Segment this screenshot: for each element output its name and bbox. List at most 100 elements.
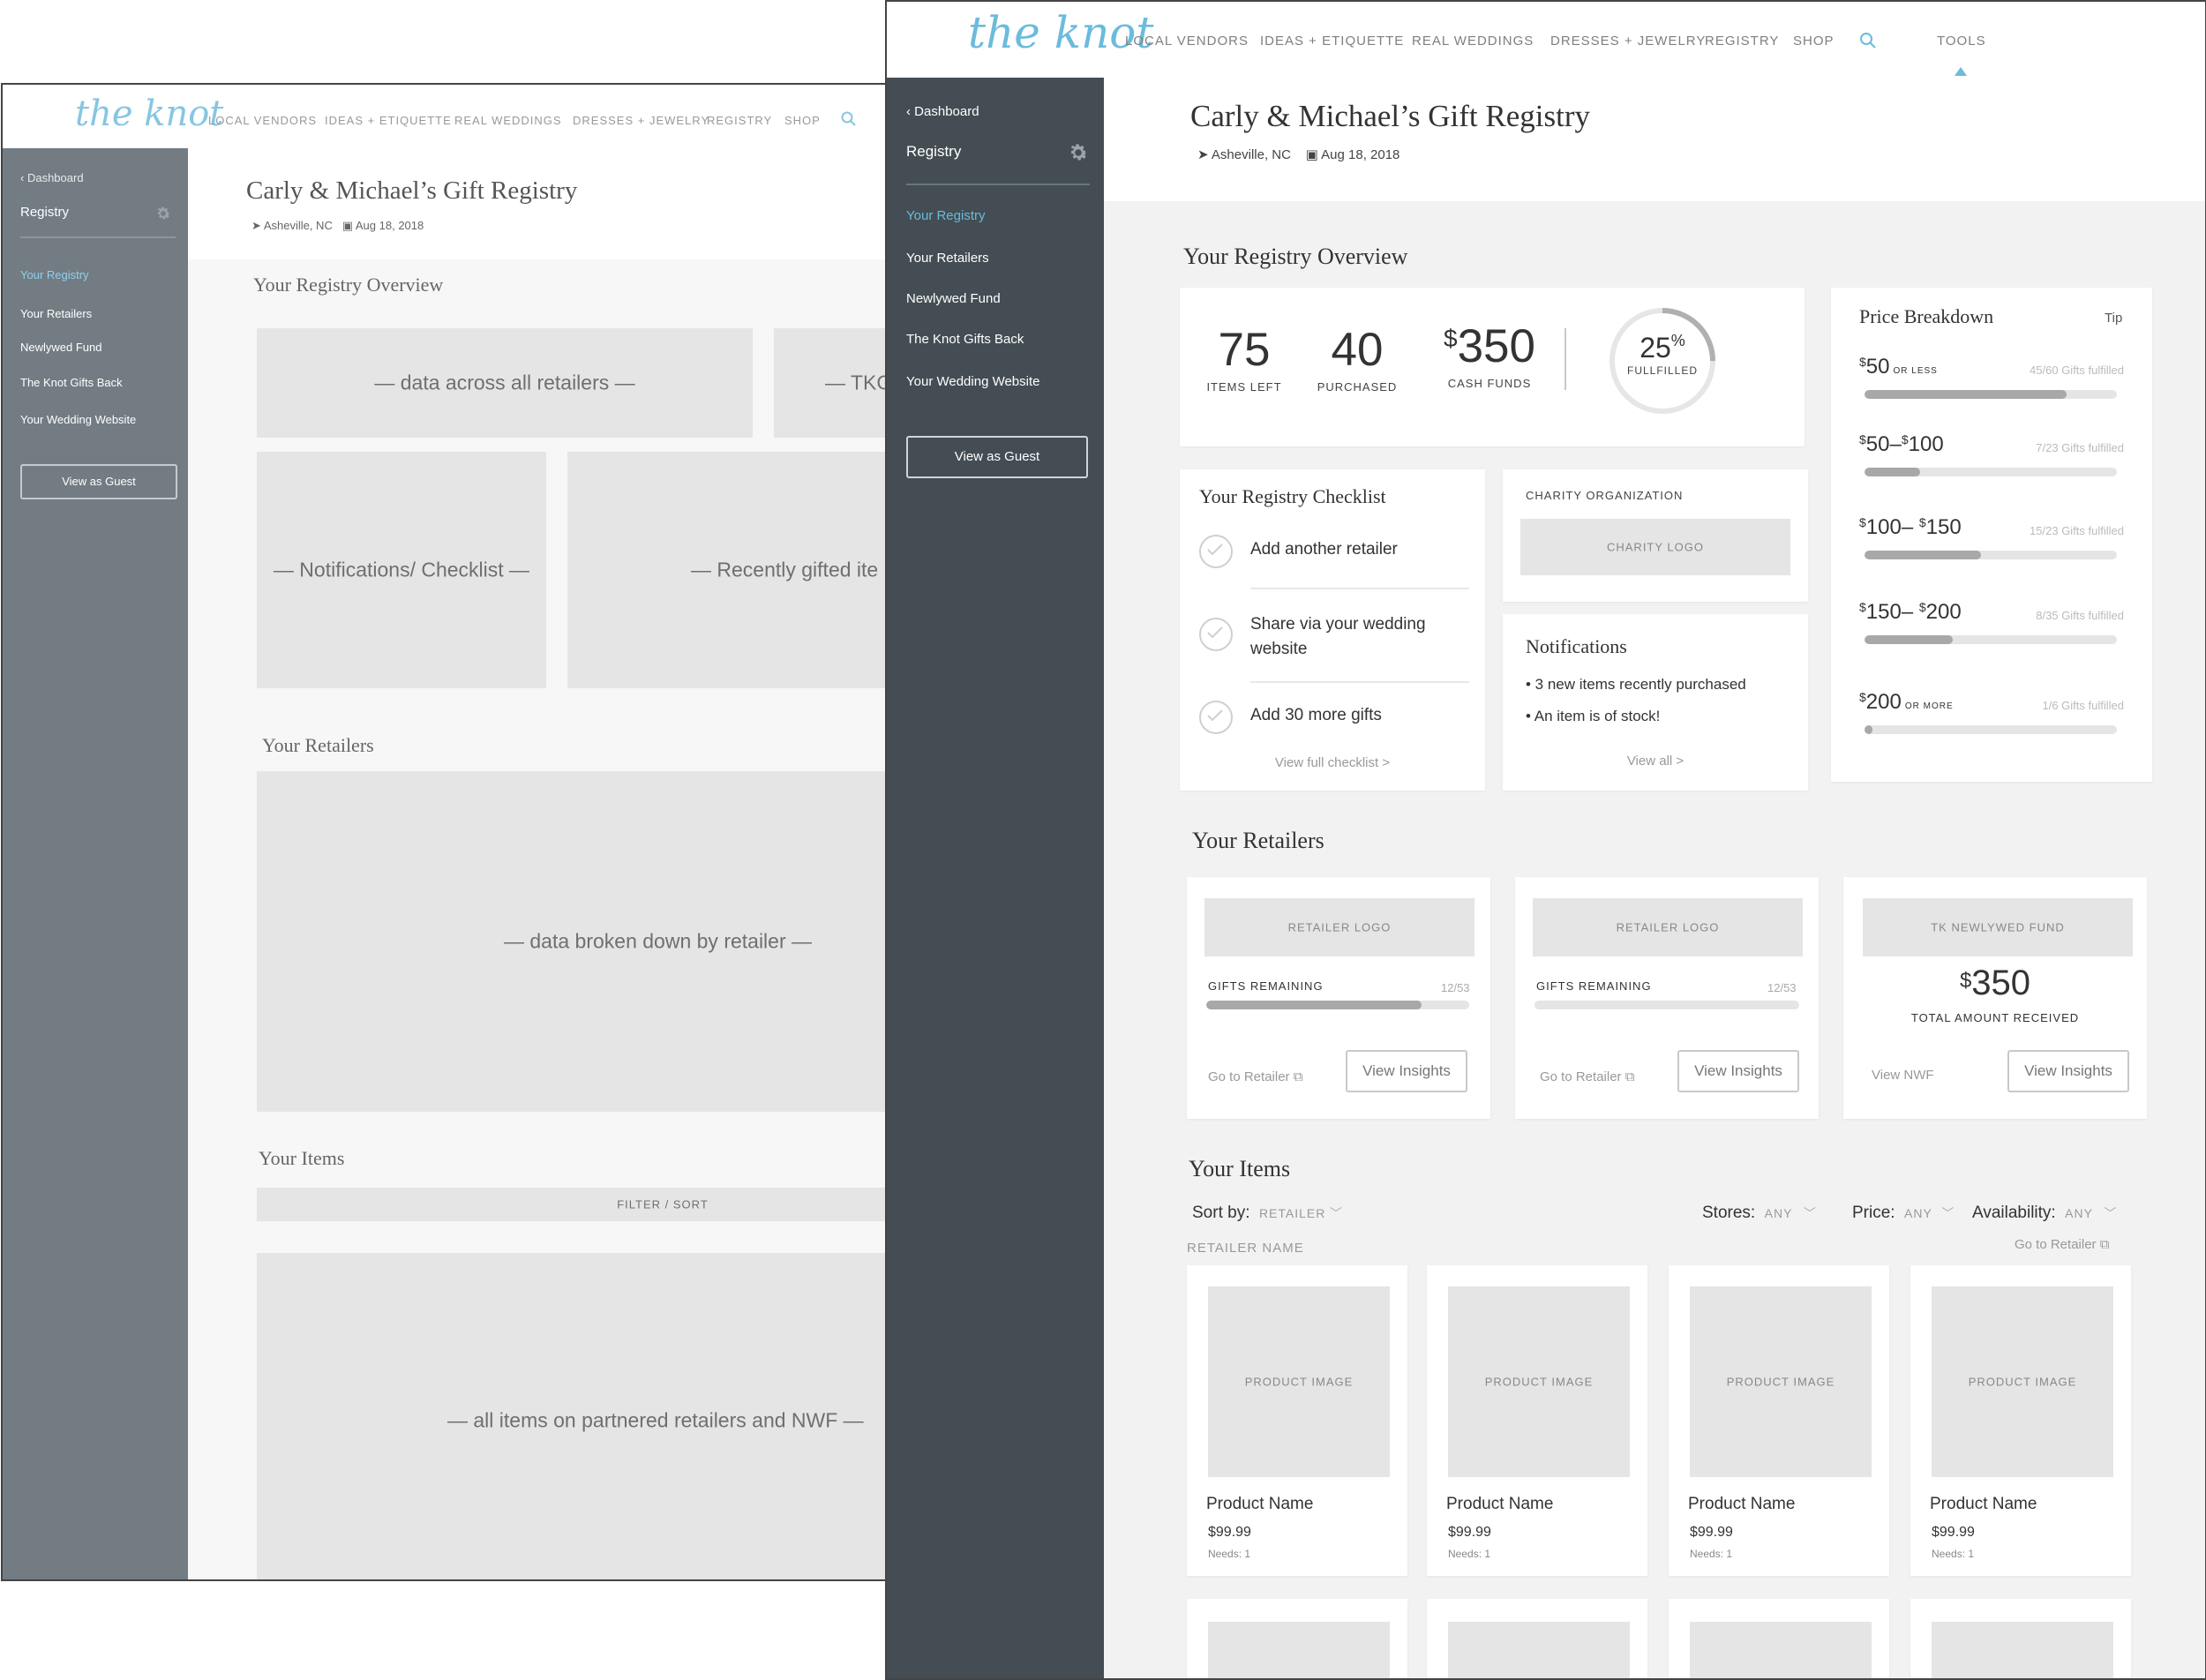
- sidebar-item-your-retailers[interactable]: Your Retailers: [906, 251, 989, 266]
- external-link-icon: ⧉: [1624, 1069, 1635, 1084]
- price-range-suffix: OR LESS: [1893, 366, 1938, 376]
- sidebar-item-wedding-website[interactable]: Your Wedding Website: [20, 413, 136, 426]
- wireframe-filter-label: FILTER / SORT: [617, 1197, 709, 1211]
- nav-dresses-jewelry[interactable]: DRESSES + JEWELRY: [573, 114, 709, 127]
- gifts-remaining-bar-fill: [1206, 1001, 1422, 1009]
- wireframe-retailers-label: — data broken down by retailer —: [504, 929, 813, 953]
- tip-link[interactable]: Tip: [2105, 311, 2122, 326]
- stat-cash-funds-value: $350: [1423, 319, 1556, 373]
- product-name: Product Name: [1206, 1495, 1314, 1513]
- nav-shop[interactable]: SHOP: [784, 114, 821, 127]
- price-row: $150– $200 8/35 Gifts fulfilled: [1831, 600, 2152, 653]
- price-filter[interactable]: Price: ANY ﹀: [1852, 1204, 1954, 1223]
- product-image: PRODUCT IMAGE: [1208, 1286, 1390, 1477]
- sidebar-item-your-registry[interactable]: Your Registry: [20, 268, 89, 281]
- checklist-divider: [1250, 588, 1469, 589]
- group-go-to-retailer-label: Go to Retailer: [2015, 1237, 2097, 1252]
- nav-real-weddings[interactable]: REAL WEDDINGS: [454, 114, 562, 127]
- view-full-checklist-link[interactable]: View full checklist >: [1180, 755, 1485, 770]
- view-insights-button[interactable]: View Insights: [1346, 1050, 1467, 1092]
- retailer-logo: RETAILER LOGO: [1204, 898, 1474, 956]
- location-icon: ➤: [1197, 147, 1209, 162]
- nav-real-weddings[interactable]: REAL WEDDINGS: [1412, 34, 1534, 49]
- sidebar-item-wedding-website[interactable]: Your Wedding Website: [906, 374, 1040, 389]
- price-dollar: $: [1901, 432, 1909, 446]
- nav-ideas-etiquette[interactable]: IDEAS + ETIQUETTE: [325, 114, 452, 127]
- checklist-check-icon-1[interactable]: [1199, 535, 1233, 568]
- product-image-label: PRODUCT IMAGE: [1968, 1375, 2077, 1389]
- gear-icon[interactable]: [1067, 141, 1090, 164]
- go-to-retailer-link[interactable]: Go to Retailer ⧉: [1540, 1069, 1634, 1084]
- price-range-high: 150: [1925, 515, 1962, 539]
- product-card[interactable]: [1427, 1599, 1647, 1678]
- wireframe-low-fidelity: the knot LOCAL VENDORS IDEAS + ETIQUETTE…: [1, 83, 890, 1581]
- view-all-notifications-link[interactable]: View all >: [1503, 754, 1808, 769]
- checklist-item-share-line1: Share via your wedding: [1250, 615, 1426, 634]
- sidebar-item-your-retailers[interactable]: Your Retailers: [20, 307, 92, 320]
- stores-filter[interactable]: Stores: ANY ﹀: [1702, 1204, 1816, 1223]
- checklist-item-share-line2: website: [1250, 640, 1308, 658]
- product-image: PRODUCT IMAGE: [1448, 1286, 1630, 1477]
- brand-logo[interactable]: the knot: [75, 94, 223, 134]
- product-card[interactable]: [1669, 1599, 1889, 1678]
- sidebar-item-knot-gifts-back[interactable]: The Knot Gifts Back: [20, 376, 123, 389]
- wireframe-tkg-box: — TKG: [774, 328, 889, 438]
- product-card[interactable]: [1187, 1599, 1407, 1678]
- checklist-item-share-website[interactable]: Share via your wedding website: [1250, 612, 1426, 662]
- view-nwf-link[interactable]: View NWF: [1872, 1068, 1934, 1083]
- checklist-check-icon-2[interactable]: [1199, 618, 1233, 651]
- search-icon[interactable]: [841, 111, 857, 127]
- sidebar-item-newlywed-fund[interactable]: Newlywed Fund: [20, 341, 102, 354]
- product-card[interactable]: PRODUCT IMAGE Product Name $99.99 Needs: 1: [1187, 1265, 1407, 1576]
- checklist-title: Your Registry Checklist: [1199, 485, 1386, 507]
- go-to-retailer-label: Go to Retailer: [1540, 1069, 1622, 1084]
- sidebar-back-label: Dashboard: [26, 171, 84, 184]
- nav-shop[interactable]: SHOP: [1793, 34, 1835, 49]
- group-go-to-retailer-link[interactable]: Go to Retailer ⧉: [2015, 1237, 2109, 1252]
- wireframe-retailers-box: — data broken down by retailer —: [257, 771, 889, 1112]
- product-needs: Needs: 1: [1448, 1548, 1491, 1560]
- sidebar-item-your-registry[interactable]: Your Registry: [906, 208, 986, 223]
- price-filter-value: ANY: [1904, 1206, 1932, 1220]
- nav-local-vendors[interactable]: LOCAL VENDORS: [208, 114, 317, 127]
- nav-dresses-jewelry[interactable]: DRESSES + JEWELRY: [1550, 34, 1706, 49]
- checklist-item-add-retailer[interactable]: Add another retailer: [1250, 540, 1398, 559]
- product-card[interactable]: PRODUCT IMAGE Product Name $99.99 Needs: 1: [1669, 1265, 1889, 1576]
- price-progress-fill: [1865, 725, 1872, 734]
- price-range-separator: –: [1901, 600, 1919, 624]
- sidebar-item-newlywed-fund[interactable]: Newlywed Fund: [906, 291, 1001, 306]
- nav-registry[interactable]: REGISTRY: [1705, 34, 1779, 49]
- price-range-separator: –: [1889, 432, 1902, 456]
- nav-local-vendors[interactable]: LOCAL VENDORS: [1125, 34, 1249, 49]
- checklist-check-icon-3[interactable]: [1199, 701, 1233, 734]
- availability-filter[interactable]: Availability: ANY ﹀: [1972, 1204, 2116, 1223]
- view-insights-button[interactable]: View Insights: [2007, 1050, 2129, 1092]
- wireframe-recent-label: — Recently gifted ite: [691, 558, 879, 581]
- sidebar-back-link[interactable]: ‹ Dashboard: [906, 104, 979, 119]
- gear-icon[interactable]: [154, 205, 172, 222]
- search-icon[interactable]: [1859, 32, 1877, 49]
- price-dollar: $: [1859, 690, 1866, 704]
- location-icon: ➤: [251, 219, 261, 232]
- go-to-retailer-link[interactable]: Go to Retailer ⧉: [1208, 1069, 1302, 1084]
- retailer-card-2: RETAILER LOGO GIFTS REMAINING 12/53 Go t…: [1515, 877, 1819, 1119]
- product-card[interactable]: PRODUCT IMAGE Product Name $99.99 Needs: 1: [1427, 1265, 1647, 1576]
- checklist-item-add-gifts[interactable]: Add 30 more gifts: [1250, 706, 1382, 725]
- charity-label: CHARITY ORGANIZATION: [1526, 489, 1684, 502]
- view-as-guest-button[interactable]: View as Guest: [906, 436, 1088, 478]
- wireframe-filter-bar[interactable]: FILTER / SORT: [257, 1188, 889, 1221]
- product-card[interactable]: [1910, 1599, 2131, 1678]
- notification-item-2[interactable]: • An item is of stock!: [1526, 708, 1660, 725]
- nav-registry[interactable]: REGISTRY: [707, 114, 772, 127]
- notification-item-1[interactable]: • 3 new items recently purchased: [1526, 676, 1746, 694]
- sidebar-back-link[interactable]: ‹ Dashboard: [20, 171, 84, 184]
- sidebar-item-knot-gifts-back[interactable]: The Knot Gifts Back: [906, 332, 1024, 347]
- view-as-guest-button[interactable]: View as Guest: [20, 464, 177, 499]
- brand-logo-main[interactable]: the knot: [968, 7, 1153, 58]
- product-card[interactable]: PRODUCT IMAGE Product Name $99.99 Needs: 1: [1910, 1265, 2131, 1576]
- nav-ideas-etiquette[interactable]: IDEAS + ETIQUETTE: [1260, 34, 1404, 49]
- price-progress-fill: [1865, 468, 1920, 476]
- sort-by-control[interactable]: Sort by: RETAILER ﹀: [1192, 1204, 1342, 1223]
- nav-tools[interactable]: TOOLS: [1937, 34, 1986, 49]
- view-insights-button[interactable]: View Insights: [1677, 1050, 1799, 1092]
